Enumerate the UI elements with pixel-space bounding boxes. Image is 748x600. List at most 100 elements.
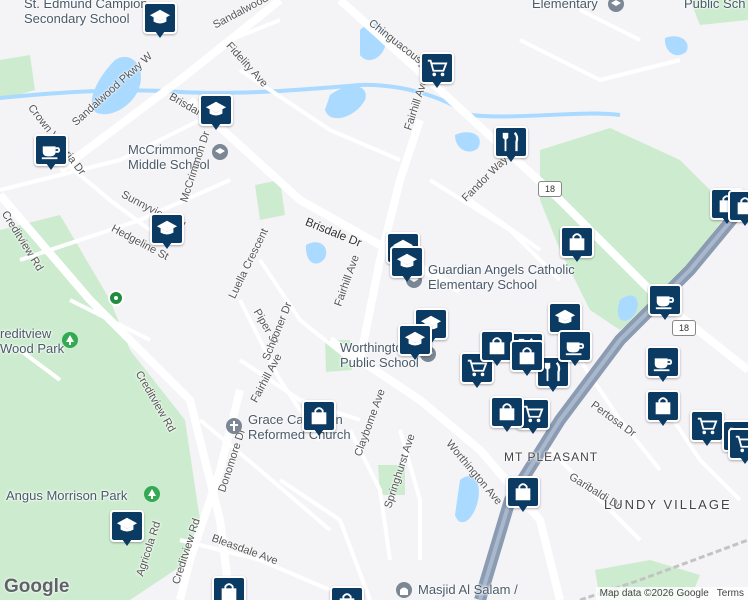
school-icon[interactable] [150,213,184,245]
marker-tip [702,439,712,446]
cafe-marker[interactable] [34,134,68,172]
school-marker[interactable] [199,94,233,132]
highway-shield: 18 [538,181,562,197]
attribution-bar: Map data ©2026 Google Terms [595,587,748,600]
school-icon[interactable] [212,144,228,160]
school-icon[interactable] [199,94,233,126]
neighbourhood-label: MT PLEASANT [504,450,599,464]
cafe-icon[interactable] [34,134,68,166]
google-logo: Google [4,576,70,597]
shopping-marker[interactable] [646,390,680,428]
marker-tip [572,255,582,262]
place-label[interactable]: reditview Wood Park [0,326,64,356]
place-label[interactable]: Public Sch [684,0,745,11]
marker-tip [518,505,528,512]
marker-tip [740,457,748,464]
marker-tip [155,31,165,38]
marker-tip [211,123,221,130]
cafe-marker[interactable] [558,330,592,368]
shopping-icon[interactable] [302,400,336,432]
cafe-icon[interactable] [646,346,680,378]
marker-tip [522,369,532,376]
cafe-icon[interactable] [558,330,592,362]
marker-tip [46,163,56,170]
shopping-icon[interactable] [646,390,680,422]
shopping-marker[interactable] [330,586,364,600]
grocery-marker[interactable] [728,428,748,466]
shopping-marker[interactable] [506,476,540,514]
school-marker[interactable] [390,246,424,284]
marker-tip [410,353,420,360]
marker-tip [402,275,412,282]
shopping-icon[interactable] [480,330,514,362]
place-label[interactable]: Guardian Angels Catholic Elementary Schoo… [428,262,575,292]
school-icon[interactable] [110,510,144,542]
church-icon[interactable] [226,418,242,434]
shopping-marker[interactable] [480,330,514,368]
cafe-icon[interactable] [648,284,682,316]
park-area [0,55,35,100]
shopping-icon[interactable] [510,340,544,372]
water-pond [325,85,366,119]
shopping-marker[interactable] [560,226,594,264]
restaurant-icon[interactable] [494,126,528,158]
shopping-icon[interactable] [330,586,364,600]
shopping-icon[interactable] [212,576,246,600]
shopping-marker[interactable] [490,396,524,434]
map-canvas[interactable]: McCrimmon Middle School Guardian Angels C… [0,0,748,600]
school-marker[interactable] [150,213,184,251]
grocery-icon[interactable] [420,52,454,84]
place-pin-icon[interactable] [108,290,124,306]
neighbourhood-label: LUNDY VILLAGE [604,497,732,512]
marker-tip [492,359,502,366]
marker-tip [660,313,670,320]
water-pond [305,242,327,264]
place-label[interactable]: Angus Morrison Park [6,488,127,503]
marker-tip [314,429,324,436]
school-icon[interactable] [398,324,432,356]
attribution-text: Map data ©2026 Google [599,588,709,599]
marker-tip [740,219,748,226]
park-area [0,215,200,600]
shopping-icon[interactable] [560,226,594,258]
marker-tip [548,385,558,392]
restaurant-marker[interactable] [494,126,528,164]
marker-tip [658,419,668,426]
mosque-icon[interactable] [396,582,412,598]
shopping-marker[interactable] [510,340,544,378]
marker-tip [502,425,512,432]
water-pond [455,132,480,152]
marker-tip [506,155,516,162]
marker-tip [472,381,482,388]
grocery-marker[interactable] [690,410,724,448]
school-marker[interactable] [110,510,144,548]
grocery-icon[interactable] [728,428,748,460]
place-label[interactable]: St. Edmund Campion Secondary School [24,0,148,26]
highway-shield: 18 [672,320,696,336]
school-marker[interactable] [398,324,432,362]
park-icon[interactable] [62,332,78,348]
marker-tip [570,359,580,366]
place-label[interactable]: Masjid Al Salam / [418,582,518,597]
cafe-marker[interactable] [648,284,682,322]
shopping-marker[interactable] [212,576,246,600]
grocery-marker[interactable] [420,52,454,90]
shopping-icon[interactable] [490,396,524,428]
water-pond [664,36,688,56]
marker-tip [162,242,172,249]
grocery-icon[interactable] [690,410,724,442]
shopping-marker[interactable] [302,400,336,438]
shopping-icon[interactable] [728,190,748,222]
marker-tip [528,427,538,434]
school-icon[interactable] [143,2,177,34]
marker-tip [122,539,132,546]
cafe-marker[interactable] [646,346,680,384]
shopping-icon[interactable] [506,476,540,508]
terms-link[interactable]: Terms [717,588,744,599]
shopping-marker[interactable] [728,190,748,228]
school-icon[interactable] [390,246,424,278]
place-label[interactable]: Elementary [532,0,598,11]
school-marker[interactable] [143,2,177,40]
marker-tip [432,81,442,88]
park-icon[interactable] [144,486,160,502]
